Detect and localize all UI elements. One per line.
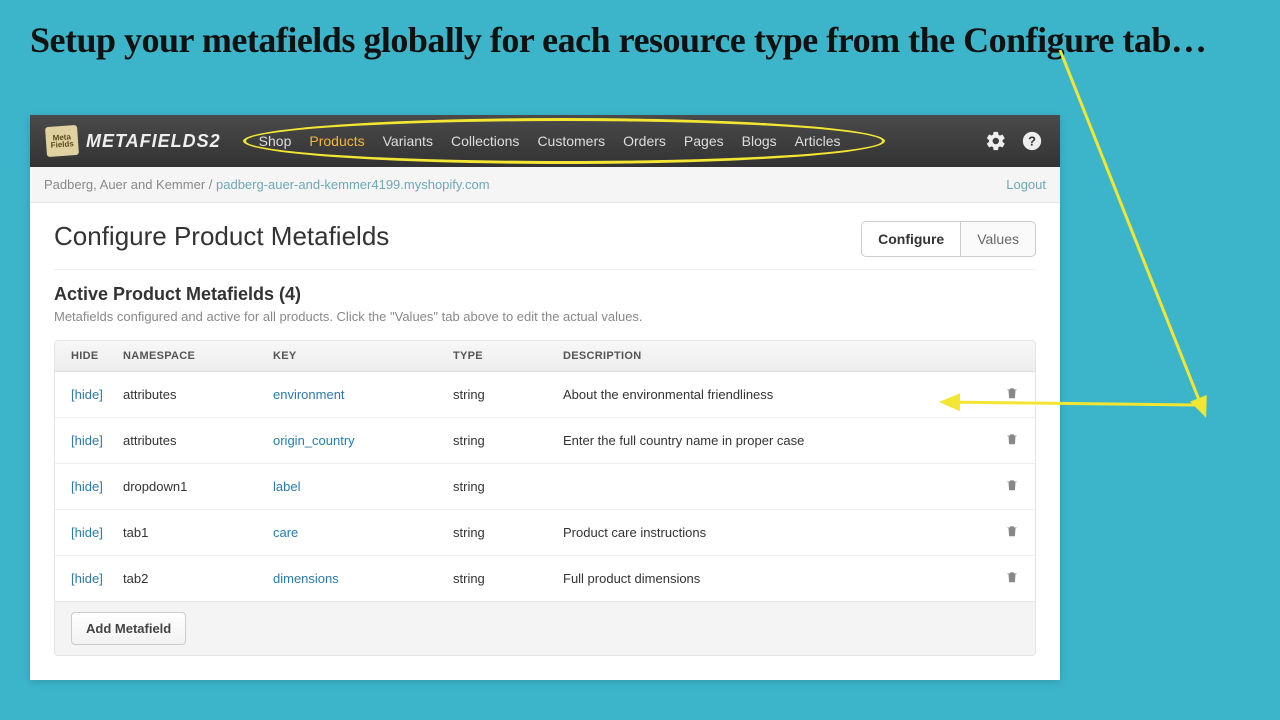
- nav-item-customers[interactable]: Customers: [537, 133, 605, 149]
- topnav: Shop Products Variants Collections Customers…: [259, 133, 984, 149]
- title-row: Configure Product Metafields ConfigureVa…: [54, 221, 1036, 270]
- logo-icon: Meta Fields: [45, 125, 79, 157]
- breadcrumb-domain[interactable]: padberg-auer-and-kemmer4199.myshopify.co…: [216, 177, 490, 192]
- brand-name: METAFIELDS2: [86, 131, 221, 152]
- hide-link[interactable]: [hide]: [71, 433, 103, 448]
- cell-type: string: [453, 433, 563, 448]
- topbar-right: ?: [984, 129, 1044, 153]
- table-row: [hide] tab2dimensions stringFull product d…: [55, 556, 1035, 601]
- cell-type: string: [453, 387, 563, 402]
- col-key: KEY: [273, 350, 453, 362]
- breadcrumb-store: Padberg, Auer and Kemmer: [44, 177, 205, 192]
- cell-type: string: [453, 571, 563, 586]
- metafields-table: HIDE NAMESPACE KEY TYPE DESCRIPTION [hid…: [54, 340, 1036, 656]
- cell-description: Enter the full country name in proper ca…: [563, 433, 979, 448]
- topbar: Meta Fields METAFIELDS2 Shop Products Vari…: [30, 115, 1060, 167]
- key-link[interactable]: dimensions: [273, 571, 339, 586]
- trash-icon[interactable]: [1005, 434, 1019, 449]
- cell-namespace: dropdown1: [123, 479, 273, 494]
- table-row: [hide] attributesorigin_country stringEnte…: [55, 418, 1035, 464]
- col-type: TYPE: [453, 350, 563, 362]
- trash-icon[interactable]: [1005, 526, 1019, 541]
- trash-icon[interactable]: [1005, 388, 1019, 403]
- cell-description: About the environmental friendliness: [563, 387, 979, 402]
- cell-type: string: [453, 525, 563, 540]
- cell-type: string: [453, 479, 563, 494]
- help-icon[interactable]: ?: [1020, 129, 1044, 153]
- col-hide: HIDE: [71, 350, 123, 362]
- cell-description: Full product dimensions: [563, 571, 979, 586]
- hero-heading: Setup your metafields globally for each …: [0, 0, 1280, 71]
- table-row: [hide] dropdown1label string: [55, 464, 1035, 510]
- tab-values[interactable]: Values: [960, 221, 1036, 257]
- hide-link[interactable]: [hide]: [71, 479, 103, 494]
- hide-link[interactable]: [hide]: [71, 571, 103, 586]
- breadcrumb: Padberg, Auer and Kemmer / padberg-auer-…: [30, 167, 1060, 203]
- tab-configure[interactable]: Configure: [861, 221, 960, 257]
- col-description: DESCRIPTION: [563, 350, 979, 362]
- breadcrumb-sep: /: [205, 177, 216, 192]
- nav-item-blogs[interactable]: Blogs: [742, 133, 777, 149]
- key-link[interactable]: label: [273, 479, 300, 494]
- svg-text:?: ?: [1028, 134, 1036, 149]
- logout-link[interactable]: Logout: [1006, 177, 1046, 192]
- page-title: Configure Product Metafields: [54, 221, 389, 252]
- nav-item-products[interactable]: Products: [309, 133, 364, 149]
- trash-icon[interactable]: [1005, 572, 1019, 587]
- nav-item-collections[interactable]: Collections: [451, 133, 519, 149]
- cell-namespace: tab1: [123, 525, 273, 540]
- app-window: Meta Fields METAFIELDS2 Shop Products Vari…: [30, 115, 1060, 680]
- cell-namespace: attributes: [123, 433, 273, 448]
- table-header: HIDE NAMESPACE KEY TYPE DESCRIPTION: [55, 341, 1035, 372]
- nav-item-variants[interactable]: Variants: [383, 133, 433, 149]
- nav-item-pages[interactable]: Pages: [684, 133, 724, 149]
- cell-namespace: tab2: [123, 571, 273, 586]
- key-link[interactable]: environment: [273, 387, 345, 402]
- table-row: [hide] tab1care stringProduct care instruc…: [55, 510, 1035, 556]
- cell-description: Product care instructions: [563, 525, 979, 540]
- col-actions: [979, 350, 1019, 362]
- tab-group: ConfigureValues: [861, 221, 1036, 257]
- table-footer: Add Metafield: [55, 601, 1035, 655]
- table-row: [hide] attributesenvironment stringAbout t…: [55, 372, 1035, 418]
- section-subtitle: Metafields configured and active for all…: [54, 309, 1036, 324]
- hide-link[interactable]: [hide]: [71, 387, 103, 402]
- trash-icon[interactable]: [1005, 480, 1019, 495]
- key-link[interactable]: care: [273, 525, 298, 540]
- nav-item-articles[interactable]: Articles: [795, 133, 841, 149]
- nav-item-orders[interactable]: Orders: [623, 133, 666, 149]
- nav-item-shop[interactable]: Shop: [259, 133, 292, 149]
- hide-link[interactable]: [hide]: [71, 525, 103, 540]
- gear-icon[interactable]: [984, 129, 1008, 153]
- cell-namespace: attributes: [123, 387, 273, 402]
- section-title: Active Product Metafields (4): [54, 284, 1036, 305]
- content: Configure Product Metafields ConfigureVa…: [30, 203, 1060, 680]
- add-metafield-button[interactable]: Add Metafield: [71, 612, 186, 645]
- col-namespace: NAMESPACE: [123, 350, 273, 362]
- key-link[interactable]: origin_country: [273, 433, 355, 448]
